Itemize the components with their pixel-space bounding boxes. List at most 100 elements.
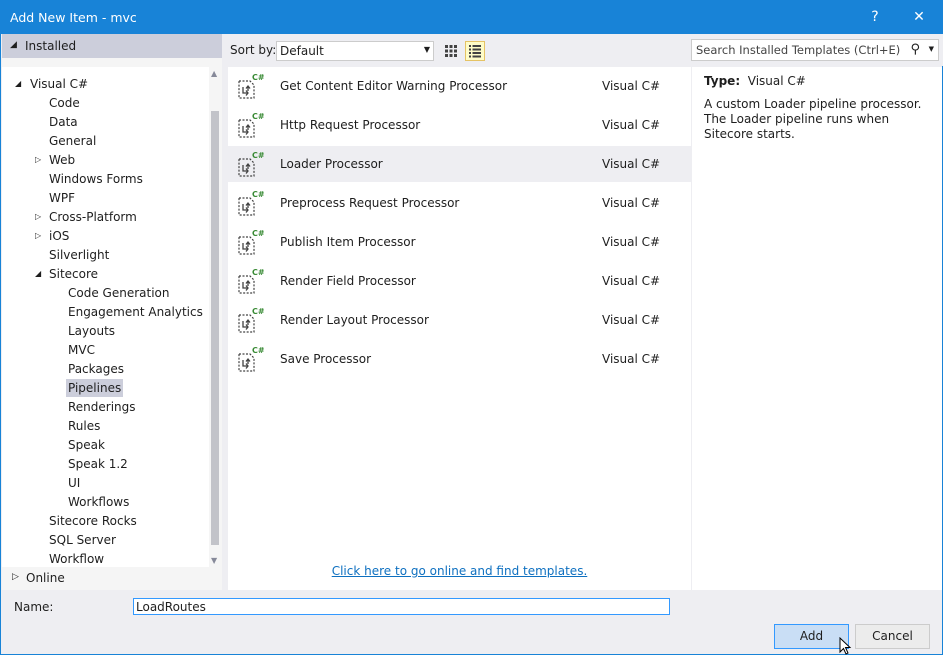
template-name: Preprocess Request Processor — [280, 196, 460, 210]
template-language: Visual C# — [602, 274, 661, 288]
template-row[interactable]: C# Preprocess Request Processor Visual C# — [228, 185, 691, 221]
tree-item-mvc[interactable]: MVC — [68, 341, 95, 359]
tree-item-sitecore[interactable]: Sitecore — [49, 265, 98, 283]
template-row[interactable]: C# Render Layout Processor Visual C# — [228, 302, 691, 338]
template-name: Get Content Editor Warning Processor — [280, 79, 508, 93]
name-label: Name: — [14, 600, 54, 614]
tree-item-speak-1-2[interactable]: Speak 1.2 — [68, 455, 128, 473]
template-description: A custom Loader pipeline processor. The … — [704, 97, 922, 141]
template-row[interactable]: C# Loader Processor Visual C# — [228, 146, 691, 182]
template-language: Visual C# — [602, 79, 661, 93]
expand-arrow-icon: ▷ — [12, 572, 19, 582]
add-button[interactable]: Add — [774, 624, 849, 649]
svg-text:C#: C# — [252, 190, 264, 199]
expand-arrow-icon[interactable]: ▷ — [35, 151, 41, 169]
template-language: Visual C# — [602, 313, 661, 327]
tree-scrollbar[interactable]: ▲ ▼ — [209, 67, 221, 567]
grid-view-icon — [445, 45, 457, 57]
search-options-chevron-icon[interactable]: ▼ — [929, 45, 934, 53]
sort-by-label: Sort by: — [230, 43, 277, 57]
template-row[interactable]: C# Get Content Editor Warning Processor Vi… — [228, 68, 691, 104]
installed-section-header[interactable]: ◢ Installed — [2, 34, 222, 58]
svg-text:C#: C# — [252, 346, 264, 355]
template-name: Render Layout Processor — [280, 313, 429, 327]
tree-item-wpf[interactable]: WPF — [49, 189, 75, 207]
csharp-processor-icon: C# — [238, 190, 264, 216]
tree-item-visual-c[interactable]: Visual C# — [30, 75, 88, 93]
tree-item-ios[interactable]: iOS — [49, 227, 69, 245]
template-toolbar: Sort by: Default ▼ Search Installed Temp… — [222, 34, 943, 66]
category-tree: ◢ Visual C# Code Data General ▷ Web Windows For… — [2, 67, 209, 567]
cancel-button[interactable]: Cancel — [855, 624, 930, 649]
tree-item-cross-platform[interactable]: Cross-Platform — [49, 208, 137, 226]
help-button[interactable]: ? — [852, 1, 898, 34]
tree-item-data[interactable]: Data — [49, 113, 78, 131]
tree-item-rules[interactable]: Rules — [68, 417, 100, 435]
tree-item-sitecore-rocks[interactable]: Sitecore Rocks — [49, 512, 137, 530]
tree-item-workflow[interactable]: Workflow — [49, 550, 104, 568]
csharp-processor-icon: C# — [238, 112, 264, 138]
title-bar: Add New Item - mvc ? ✕ — [1, 1, 942, 34]
online-label: Online — [26, 571, 65, 585]
tree-item-packages[interactable]: Packages — [68, 360, 124, 378]
medium-icons-view-button[interactable] — [441, 41, 461, 61]
type-label: Type: — [704, 74, 741, 88]
tree-item-ui[interactable]: UI — [68, 474, 80, 492]
svg-text:C#: C# — [252, 229, 264, 238]
csharp-processor-icon: C# — [238, 151, 264, 177]
tree-item-web[interactable]: Web — [49, 151, 75, 169]
close-button[interactable]: ✕ — [896, 1, 942, 34]
svg-text:C#: C# — [252, 73, 264, 82]
csharp-processor-icon: C# — [238, 346, 264, 372]
collapse-arrow-icon[interactable]: ◢ — [15, 75, 21, 93]
expand-arrow-icon[interactable]: ▷ — [35, 208, 41, 226]
tree-item-general[interactable]: General — [49, 132, 96, 150]
template-language: Visual C# — [602, 196, 661, 210]
scroll-up-icon[interactable]: ▲ — [211, 69, 217, 78]
template-row[interactable]: C# Render Field Processor Visual C# — [228, 263, 691, 299]
tree-item-workflows[interactable]: Workflows — [68, 493, 129, 511]
sort-by-select[interactable]: Default ▼ — [276, 41, 434, 61]
tree-item-renderings[interactable]: Renderings — [68, 398, 136, 416]
template-name: Loader Processor — [280, 157, 383, 171]
template-list: C# Get Content Editor Warning Processor Vi… — [228, 67, 691, 590]
svg-text:C#: C# — [252, 151, 264, 160]
template-name: Save Processor — [280, 352, 372, 366]
template-language: Visual C# — [602, 118, 661, 132]
mouse-pointer-icon — [839, 637, 852, 655]
tree-item-silverlight[interactable]: Silverlight — [49, 246, 109, 264]
template-type: Type: Visual C# — [704, 74, 806, 88]
template-row[interactable]: C# Http Request Processor Visual C# — [228, 107, 691, 143]
search-templates-input[interactable]: Search Installed Templates (Ctrl+E) ⚲ ▼ — [691, 39, 939, 61]
list-view-button[interactable] — [465, 41, 485, 61]
svg-text:C#: C# — [252, 268, 264, 277]
list-view-icon — [469, 45, 481, 58]
tree-item-pipelines[interactable]: Pipelines — [66, 379, 124, 397]
template-row[interactable]: C# Save Processor Visual C# — [228, 341, 691, 377]
template-language: Visual C# — [602, 352, 661, 366]
search-icon[interactable]: ⚲ — [910, 42, 920, 57]
name-input[interactable] — [133, 598, 670, 615]
tree-item-layouts[interactable]: Layouts — [68, 322, 115, 340]
tree-item-engagement-analytics[interactable]: Engagement Analytics — [68, 303, 203, 321]
scrollbar-thumb[interactable] — [211, 111, 219, 545]
template-language: Visual C# — [602, 235, 661, 249]
csharp-processor-icon: C# — [238, 73, 264, 99]
online-templates-link[interactable]: Click here to go online and find templat… — [228, 564, 691, 578]
tree-item-code-generation[interactable]: Code Generation — [68, 284, 169, 302]
csharp-processor-icon: C# — [238, 268, 264, 294]
csharp-processor-icon: C# — [238, 229, 264, 255]
tree-item-windows-forms[interactable]: Windows Forms — [49, 170, 143, 188]
tree-item-sql-server[interactable]: SQL Server — [49, 531, 116, 549]
template-name: Http Request Processor — [280, 118, 421, 132]
installed-label: Installed — [25, 39, 77, 53]
add-new-item-dialog: Add New Item - mvc ? ✕ ◢ Installed ◢ Visu… — [0, 0, 943, 655]
collapse-arrow-icon[interactable]: ◢ — [35, 265, 41, 283]
scroll-down-icon[interactable]: ▼ — [211, 556, 217, 565]
tree-item-code[interactable]: Code — [49, 94, 80, 112]
template-row[interactable]: C# Publish Item Processor Visual C# — [228, 224, 691, 260]
template-categories-pane: ◢ Installed ◢ Visual C# Code Data General ▷ We… — [2, 34, 222, 590]
expand-arrow-icon[interactable]: ▷ — [35, 227, 41, 245]
online-section-header[interactable]: ▷ Online — [2, 567, 222, 590]
tree-item-speak[interactable]: Speak — [68, 436, 105, 454]
